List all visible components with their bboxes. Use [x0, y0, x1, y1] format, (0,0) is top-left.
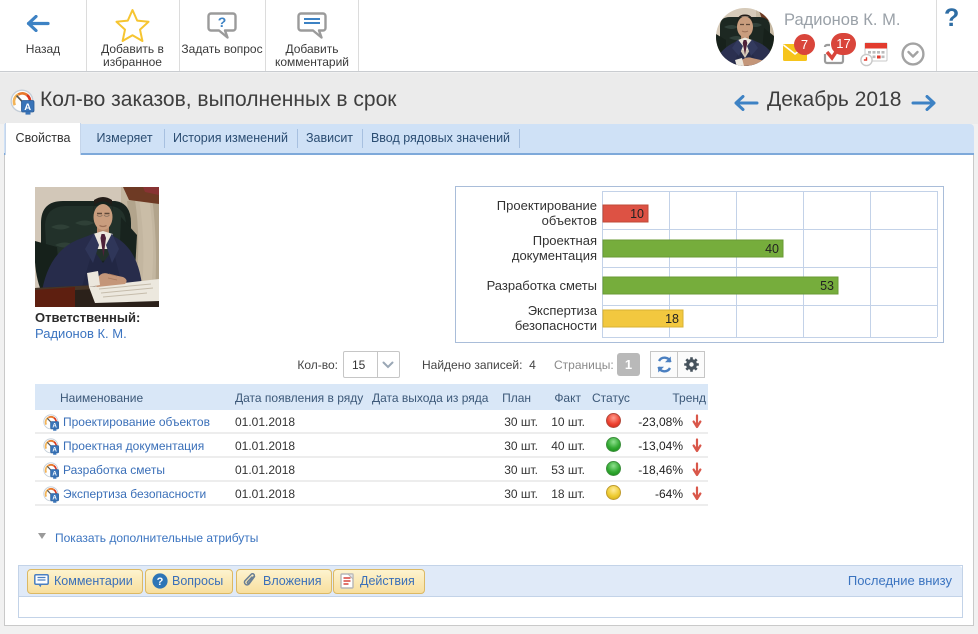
- svg-text:?: ?: [157, 576, 164, 588]
- svg-text:Экспертиза: Экспертиза: [528, 303, 598, 318]
- svg-text:Проектная: Проектная: [533, 233, 597, 248]
- svg-text:безопасности: безопасности: [515, 318, 597, 333]
- svg-text:53: 53: [820, 279, 834, 293]
- svg-text:A: A: [24, 102, 31, 113]
- svg-text:10: 10: [630, 207, 644, 221]
- svg-text:?: ?: [218, 14, 227, 30]
- svg-text:18: 18: [665, 312, 679, 326]
- svg-text:Разработка сметы: Разработка сметы: [487, 278, 597, 293]
- svg-text:объектов: объектов: [542, 213, 597, 228]
- svg-text:документация: документация: [512, 248, 597, 263]
- svg-text:Проектирование: Проектирование: [497, 198, 597, 213]
- svg-text:40: 40: [765, 242, 779, 256]
